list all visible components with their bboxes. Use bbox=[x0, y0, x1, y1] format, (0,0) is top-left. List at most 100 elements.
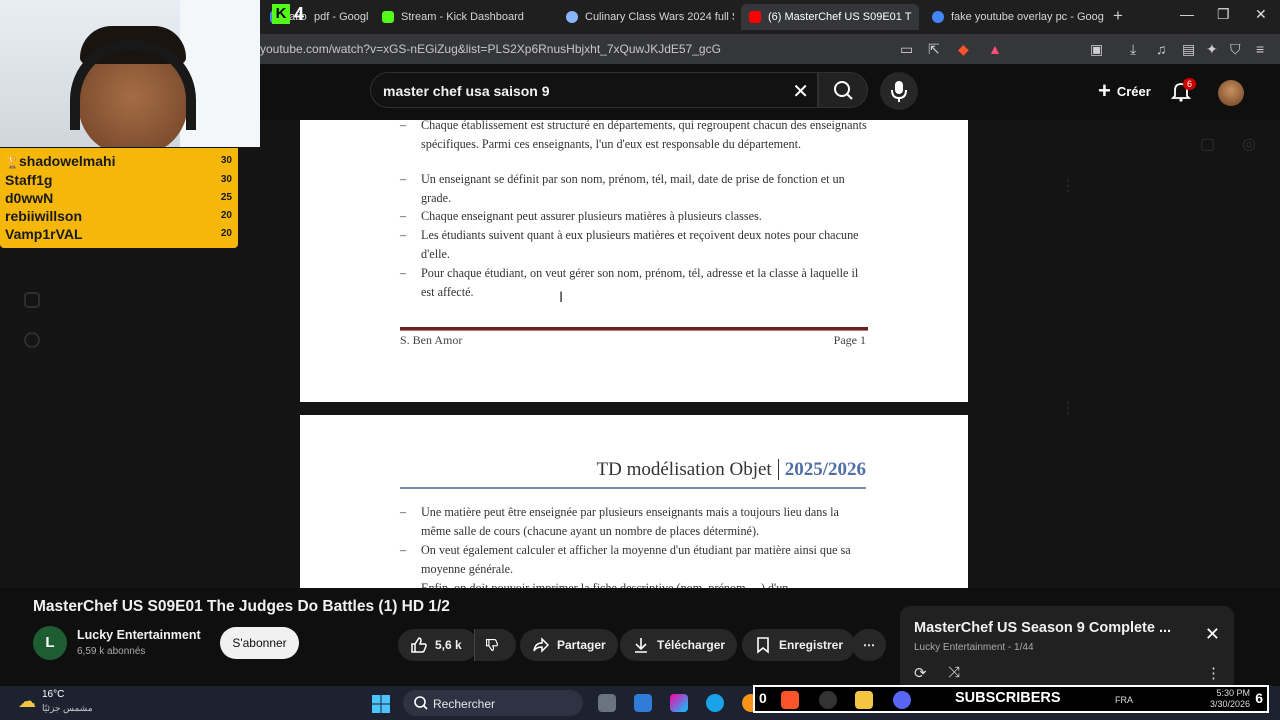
create-button[interactable]: + Créer bbox=[1086, 74, 1163, 108]
document-page-1: – Chaque établissement est structuré en … bbox=[300, 120, 968, 402]
weather-temperature: 16°C bbox=[42, 689, 65, 700]
system-clock[interactable]: 5:30 PM 3/30/2026 bbox=[1210, 688, 1250, 710]
music-icon[interactable]: ♫ bbox=[1156, 41, 1167, 57]
bullet-item: – Une matière peut être enseignée par pl… bbox=[400, 505, 839, 538]
bullet-item: – Enfin, on doit pouvoir imprimer la fic… bbox=[400, 581, 789, 588]
dislike-button[interactable] bbox=[474, 629, 516, 661]
close-window-icon[interactable]: ✕ bbox=[1255, 6, 1267, 23]
thumbs-up-icon bbox=[411, 637, 427, 653]
bullet-item: – Un enseignant se définit par son nom, … bbox=[400, 172, 845, 205]
tab-kick-dashboard[interactable]: Stream - Kick Dashboard bbox=[374, 4, 554, 30]
obs-icon[interactable] bbox=[819, 691, 837, 709]
discord-icon[interactable] bbox=[893, 691, 911, 709]
new-tab-icon[interactable]: + bbox=[1113, 6, 1123, 26]
download-arrow-icon bbox=[635, 638, 647, 653]
share-button[interactable]: Partager bbox=[520, 629, 618, 661]
history-icon bbox=[24, 292, 40, 308]
tab-youtube-active[interactable]: (6) MasterChef US S09E01 T ✕ bbox=[741, 4, 919, 30]
clear-search-icon[interactable]: ✕ bbox=[792, 79, 809, 104]
voice-search-button[interactable] bbox=[880, 72, 918, 110]
video-title: MasterChef US S09E01 The Judges Do Battl… bbox=[33, 598, 450, 615]
cast-icon[interactable]: ▭ bbox=[900, 41, 913, 58]
playlist-menu-icon[interactable]: ⋮ bbox=[1206, 664, 1221, 682]
globe-icon bbox=[566, 11, 578, 23]
subscribe-button[interactable]: S'abonner bbox=[220, 627, 299, 659]
bullet-item: – Les étudiants suivent quant à eux plus… bbox=[400, 228, 859, 261]
leaderboard-row: d0wwN 25 bbox=[5, 190, 232, 206]
sidebar-icon[interactable]: ▣ bbox=[1090, 41, 1103, 58]
bullet-item: – Chaque établissement est structuré en … bbox=[400, 120, 867, 151]
edge-icon[interactable] bbox=[706, 694, 724, 712]
playlist-title[interactable]: MasterChef US Season 9 Complete ... bbox=[914, 620, 1171, 636]
ghost-square-icon: ▢ bbox=[1200, 136, 1216, 153]
bullet-item: – On veut également calculer et afficher… bbox=[400, 543, 851, 576]
leaderboard-row: Staff1g 30 bbox=[5, 172, 232, 188]
subscribers-label: SUBSCRIBERS bbox=[955, 690, 1061, 706]
user-avatar[interactable] bbox=[1218, 80, 1244, 106]
header-rule bbox=[400, 487, 866, 489]
notification-badge: 6 bbox=[1183, 78, 1197, 90]
taskbar-search[interactable]: Rechercher bbox=[403, 690, 583, 716]
vpn-icon[interactable]: ⛉ bbox=[1230, 41, 1241, 58]
google-icon bbox=[932, 11, 944, 23]
editor-app-icon[interactable] bbox=[634, 694, 652, 712]
tab-fake-overlay[interactable]: fake youtube overlay pc - Goog bbox=[924, 4, 1106, 30]
share-arrow-icon bbox=[533, 637, 550, 653]
menu-icon[interactable]: ≡ bbox=[1256, 41, 1264, 57]
document-header: TD modélisation Objet 2025/2026 bbox=[400, 459, 866, 481]
bullet-item: – Pour chaque étudiant, on veut gérer so… bbox=[400, 266, 859, 299]
restore-icon[interactable]: ❐ bbox=[1217, 6, 1230, 23]
search-button[interactable] bbox=[818, 72, 868, 108]
kick-icon bbox=[382, 11, 394, 23]
bullet-item: – Chaque enseignant peut assurer plusieu… bbox=[400, 209, 762, 223]
tab-pdf[interactable]: pdf - Googl bbox=[306, 4, 368, 30]
microphone-icon bbox=[891, 81, 907, 102]
leaderboard-overlay: 🏆shadowelmahi 30 Staff1g 30 d0wwN 25 reb… bbox=[0, 148, 238, 248]
playlist-subtitle: Lucky Entertainment - 1/44 bbox=[914, 642, 1034, 653]
like-button[interactable]: 5,6 k bbox=[398, 629, 478, 661]
webcam-overlay bbox=[0, 0, 260, 147]
channel-name[interactable]: Lucky Entertainment bbox=[77, 628, 201, 642]
subscribers-prefix: 0 bbox=[759, 690, 767, 706]
kick-viewer-count: 4 bbox=[294, 4, 305, 24]
minimize-icon[interactable]: — bbox=[1180, 6, 1194, 22]
search-box[interactable]: master chef usa saison 9 ✕ bbox=[370, 72, 818, 108]
footer-rule bbox=[400, 327, 868, 331]
search-input[interactable]: master chef usa saison 9 bbox=[383, 83, 550, 99]
language-indicator[interactable]: FRA bbox=[1115, 695, 1133, 705]
leo-icon[interactable]: ✦ bbox=[1206, 41, 1218, 58]
document-year: 2025/2026 bbox=[784, 459, 866, 480]
brave-shield-icon[interactable]: ◆ bbox=[958, 41, 969, 58]
wallet-icon[interactable]: ▤ bbox=[1182, 41, 1195, 58]
tab-culinary[interactable]: Culinary Class Wars 2024 full Se bbox=[558, 4, 734, 30]
text-cursor-icon: I bbox=[559, 290, 564, 306]
document-title: TD modélisation Objet bbox=[596, 459, 779, 480]
kick-logo-icon: K bbox=[272, 4, 290, 24]
search-icon bbox=[834, 81, 853, 100]
close-playlist-icon[interactable]: ✕ bbox=[1205, 624, 1220, 645]
settings-icon bbox=[24, 332, 40, 348]
download-icon[interactable]: ⤓ bbox=[1130, 41, 1136, 58]
share-icon[interactable]: ⇱ bbox=[928, 41, 940, 58]
loop-icon[interactable]: ⟳ bbox=[914, 664, 927, 682]
brave-icon[interactable] bbox=[781, 691, 799, 709]
ghost-circle-icon: ◎ bbox=[1242, 136, 1256, 153]
save-button[interactable]: Enregistrer bbox=[742, 629, 856, 661]
folder-icon[interactable] bbox=[855, 691, 873, 709]
windows-start-icon[interactable] bbox=[372, 695, 390, 713]
weather-icon[interactable]: ☁ bbox=[18, 691, 36, 712]
rewards-icon[interactable]: ▲ bbox=[988, 41, 1002, 57]
download-button[interactable]: Télécharger bbox=[620, 629, 738, 661]
bookmark-icon bbox=[757, 637, 769, 654]
ghost-dots-icon: ⋮ bbox=[1060, 400, 1076, 417]
channel-avatar[interactable]: L bbox=[33, 626, 67, 660]
ghost-dots-icon: ⋮ bbox=[1060, 178, 1076, 195]
copilot-icon[interactable] bbox=[670, 694, 688, 712]
shuffle-icon[interactable]: ⤨ bbox=[948, 664, 960, 681]
plus-icon: + bbox=[1098, 78, 1111, 103]
thumbs-down-icon bbox=[485, 638, 499, 652]
footer-page-number: Page 1 bbox=[833, 333, 866, 347]
url-text[interactable]: youtube.com/watch?v=xGS-nEGiZug&list=PLS… bbox=[260, 42, 721, 56]
task-view-icon[interactable] bbox=[598, 694, 616, 712]
more-actions-button[interactable]: ⋯ bbox=[852, 629, 886, 661]
